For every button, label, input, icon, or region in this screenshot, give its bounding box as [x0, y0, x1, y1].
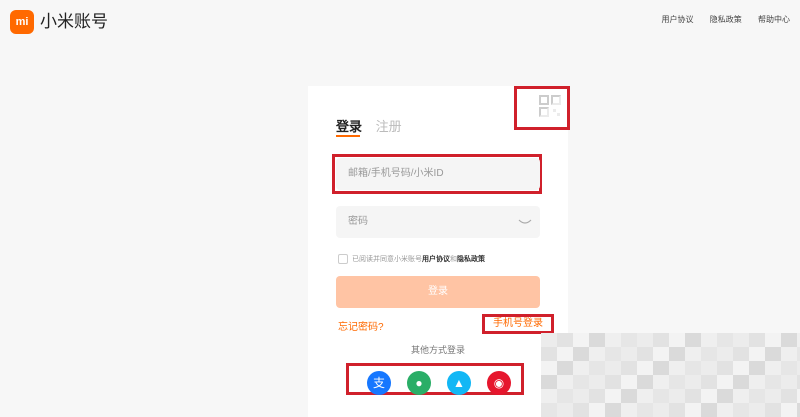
alipay-icon[interactable]: 支 [367, 371, 391, 395]
qr-code-icon [539, 95, 561, 117]
agreement-and: 和 [450, 255, 457, 263]
phone-login-link[interactable]: 手机号登录 [482, 314, 554, 334]
qq-icon[interactable]: ▲ [447, 371, 471, 395]
terms-link[interactable]: 用户协议 [422, 256, 450, 263]
app-title: 小米账号 [40, 12, 108, 31]
other-methods-label: 其他方式登录 [410, 345, 465, 355]
wechat-icon[interactable]: ● [407, 371, 431, 395]
account-input[interactable]: 邮箱/手机号码/小米ID [336, 158, 540, 190]
user-agreement-link[interactable]: 用户协议 [662, 15, 694, 24]
tab-login[interactable]: 登录 [336, 116, 362, 137]
password-input[interactable]: 密码 [336, 206, 540, 238]
qr-login-toggle[interactable] [514, 86, 570, 130]
password-placeholder: 密码 [348, 216, 368, 227]
privacy-policy-link[interactable]: 隐私政策 [710, 15, 742, 24]
social-login-row: 支 ● ▲ ◉ [346, 363, 524, 395]
weibo-icon[interactable]: ◉ [487, 371, 511, 395]
forgot-password-link[interactable]: 忘记密码? [338, 318, 384, 333]
privacy-link[interactable]: 隐私政策 [457, 256, 485, 263]
login-button[interactable]: 登录 [336, 276, 540, 308]
eye-closed-icon[interactable] [518, 217, 532, 227]
login-tabs: 登录 注册 [336, 116, 402, 137]
tab-register[interactable]: 注册 [376, 116, 402, 135]
agreement-prefix: 已阅读并同意小米账号 [352, 255, 422, 263]
agreement-checkbox[interactable] [338, 254, 348, 264]
agreement-row: 已阅读并同意小米账号用户协议和隐私政策 [338, 254, 485, 265]
pixelated-watermark [541, 333, 800, 417]
help-center-link[interactable]: 帮助中心 [758, 15, 790, 24]
mi-logo[interactable]: mi [10, 10, 34, 34]
login-card: 登录 注册 邮箱/手机号码/小米ID 密码 已阅读并同意小米账号用户协议和隐私政… [308, 86, 570, 417]
top-bar: mi 小米账号 用户协议 隐私政策 帮助中心 [0, 0, 800, 44]
top-links: 用户协议 隐私政策 帮助中心 [648, 14, 790, 25]
